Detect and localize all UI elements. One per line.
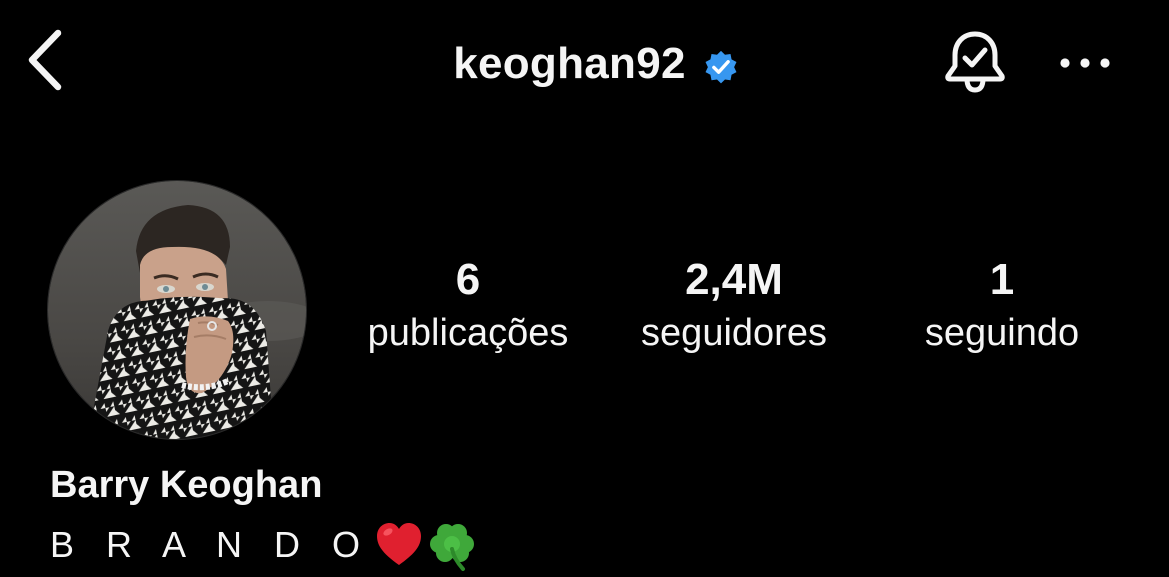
verified-badge-icon [705, 50, 737, 84]
heart-emoji-icon [377, 523, 422, 565]
posts-count: 6 [455, 255, 481, 304]
display-name: Barry Keoghan [50, 464, 323, 506]
more-options-button[interactable] [1056, 46, 1114, 80]
top-bar: keoghan92 [0, 0, 1169, 125]
username: keoghan92 [453, 39, 686, 88]
following-stat[interactable]: 1 seguindo [900, 252, 1104, 358]
notifications-button[interactable] [942, 28, 1008, 98]
bio: B R A N D O [50, 517, 479, 573]
posts-stat[interactable]: 6 publicações [340, 252, 596, 358]
bio-text: B R A N D O [50, 524, 372, 565]
shamrock-emoji-icon [430, 524, 475, 571]
posts-label: publicações [367, 312, 569, 354]
following-count: 1 [989, 255, 1015, 304]
followers-stat[interactable]: 2,4M seguidores [612, 252, 856, 358]
followers-label: seguidores [641, 312, 827, 354]
following-label: seguindo [924, 312, 1080, 354]
more-horizontal-icon [1060, 58, 1110, 68]
avatar-photo [48, 181, 306, 439]
followers-count: 2,4M [685, 255, 783, 304]
profile-avatar[interactable] [48, 181, 306, 439]
bell-check-icon [945, 31, 1005, 93]
